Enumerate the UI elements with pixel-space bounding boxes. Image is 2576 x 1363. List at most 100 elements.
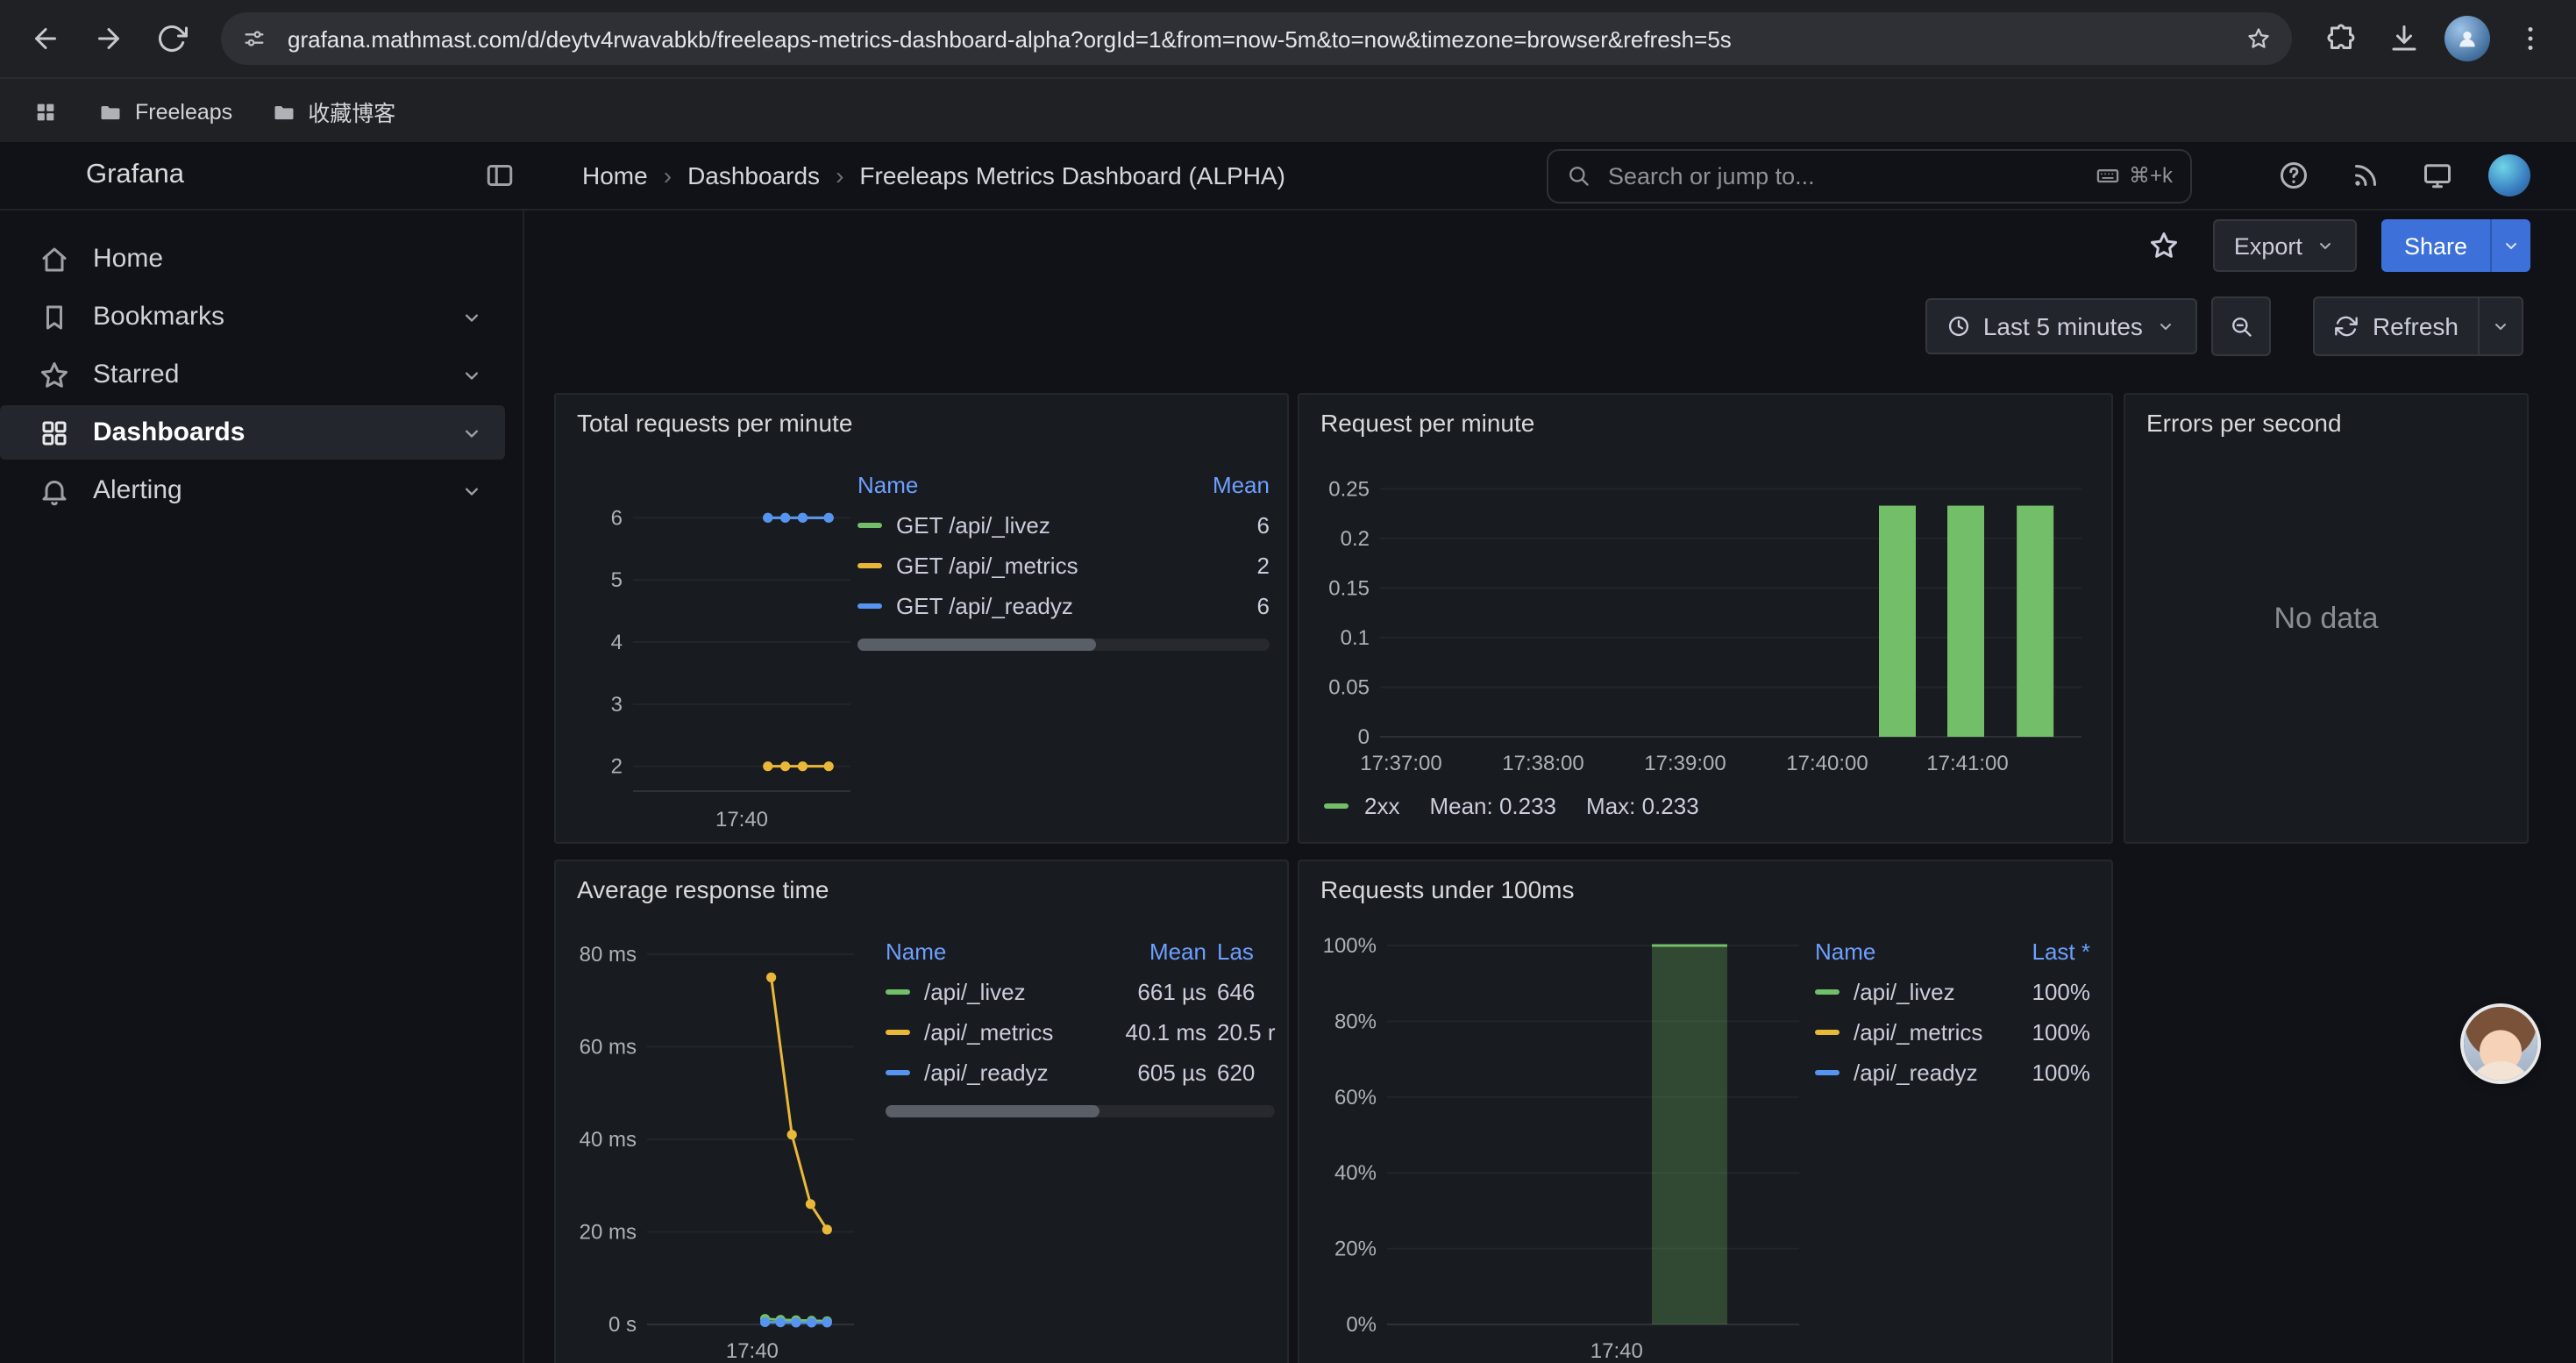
bookmark-item[interactable]: Freeleaps [84, 92, 246, 131]
breadcrumb-separator: › [664, 161, 672, 189]
legend-header-name[interactable]: Name [886, 938, 1084, 965]
series-name[interactable]: 2xx [1364, 793, 1399, 819]
zoom-out-button[interactable] [2211, 296, 2271, 356]
panels-grid: Total requests per minute 2345617:40 Nam… [524, 372, 2576, 1363]
grafana-app: Grafana Home›Dashboards›Freeleaps Metric… [0, 142, 2576, 1363]
legend-header-las[interactable]: Las [1217, 938, 1287, 965]
search-input[interactable] [1605, 161, 2081, 190]
panel-average-response-time[interactable]: Average response time 0 s20 ms40 ms60 ms… [554, 860, 1289, 1363]
folder-icon [271, 99, 295, 124]
series-name[interactable]: /api/_readyz [1854, 1060, 1978, 1086]
legend-row[interactable]: /api/_metrics40.1 ms20.5 r [886, 1012, 1287, 1053]
svg-text:17:40: 17:40 [715, 808, 768, 831]
time-range-picker[interactable]: Last 5 minutes [1925, 298, 2197, 354]
sidebar-item-home[interactable]: Home [0, 232, 505, 286]
news-rss-icon[interactable] [2348, 158, 2383, 193]
legend-header-mean[interactable]: Mean [1189, 472, 1270, 498]
dashboard-header: Export Share [524, 211, 2576, 281]
svg-text:40%: 40% [1334, 1161, 1377, 1185]
browser-menu-icon[interactable] [2502, 11, 2558, 67]
downloads-icon[interactable] [2376, 11, 2432, 67]
legend-row[interactable]: /api/_livez100% [1815, 972, 2090, 1012]
legend-scrollbar[interactable] [857, 639, 1270, 651]
legend-value: 100% [1999, 1060, 2090, 1086]
breadcrumb-item[interactable]: Dashboards [687, 161, 820, 189]
back-icon[interactable] [18, 11, 74, 67]
panel-requests-under-100ms[interactable]: Requests under 100ms 0%20%40%60%80%100%1… [1298, 860, 2113, 1363]
legend-scrollbar[interactable] [886, 1105, 1275, 1117]
legend-header-mean[interactable]: Mean [1094, 938, 1206, 965]
breadcrumb-item[interactable]: Home [582, 161, 648, 189]
svg-text:0.05: 0.05 [1328, 675, 1370, 699]
sidebar-item-dashboards[interactable]: Dashboards [0, 405, 505, 460]
legend-header-name[interactable]: Name [1815, 938, 1989, 965]
share-button[interactable]: Share [2381, 219, 2490, 272]
sidebar-item-bookmarks[interactable]: Bookmarks [0, 289, 505, 344]
series-name[interactable]: /api/_metrics [924, 1019, 1053, 1045]
sidebar-toggle-icon[interactable] [484, 160, 516, 191]
svg-text:60%: 60% [1334, 1086, 1377, 1110]
panel-total-requests[interactable]: Total requests per minute 2345617:40 Nam… [554, 393, 1289, 844]
clock-icon [1946, 314, 1971, 339]
legend-row[interactable]: /api/_readyz 100% [1815, 1053, 2090, 1093]
series-name[interactable]: /api/_livez [1854, 979, 1955, 1005]
search-box[interactable]: ⌘+k [1547, 148, 2192, 203]
sidebar-item-alerting[interactable]: Alerting [0, 463, 505, 517]
bookmark-star-icon[interactable] [2246, 26, 2271, 51]
panel-errors-per-second[interactable]: Errors per second No data [2124, 393, 2529, 844]
series-color-dash [1815, 1030, 1839, 1035]
bookmark-item[interactable]: 收藏博客 [257, 88, 409, 135]
legend-row[interactable]: /api/_readyz605 µs620 [886, 1053, 1287, 1093]
star-icon [39, 359, 70, 390]
svg-text:17:39:00: 17:39:00 [1644, 752, 1726, 775]
legend-value: 6 [1189, 593, 1270, 619]
chat-widget-avatar[interactable] [2464, 1007, 2537, 1081]
url-input[interactable] [284, 24, 2229, 54]
svg-text:0.15: 0.15 [1328, 576, 1370, 600]
export-button[interactable]: Export [2213, 219, 2357, 272]
help-icon[interactable] [2276, 158, 2311, 193]
breadcrumb-item[interactable]: Freeleaps Metrics Dashboard (ALPHA) [859, 161, 1285, 189]
legend-row[interactable]: /api/_metrics100% [1815, 1012, 2090, 1053]
series-color-dash [1324, 803, 1348, 809]
series-name[interactable]: /api/_metrics [1854, 1019, 1982, 1045]
legend-value: 6 [1189, 512, 1270, 539]
apps-grid-icon[interactable] [21, 87, 70, 136]
refresh-interval-chevron[interactable] [2478, 298, 2522, 354]
series-name[interactable]: /api/_readyz [924, 1060, 1049, 1086]
series-name[interactable]: /api/_livez [924, 979, 1026, 1005]
svg-text:0 s: 0 s [608, 1313, 637, 1337]
refresh-button[interactable]: Refresh [2315, 298, 2478, 354]
site-settings-icon[interactable] [242, 26, 267, 51]
sidebar-item-label: Bookmarks [93, 302, 224, 332]
sidebar-item-starred[interactable]: Starred [0, 347, 505, 402]
scrollbar-thumb[interactable] [886, 1105, 1099, 1117]
extensions-icon[interactable] [2313, 11, 2369, 67]
share-menu-chevron[interactable] [2490, 219, 2530, 272]
reload-icon[interactable] [144, 11, 200, 67]
grafana-brand[interactable]: Grafana [25, 142, 184, 209]
favorite-star-icon[interactable] [2139, 221, 2188, 270]
series-name[interactable]: GET /api/_readyz [896, 593, 1073, 619]
bookmark-icon [39, 301, 70, 332]
legend-row[interactable]: /api/_livez661 µs646 [886, 972, 1287, 1012]
series-name[interactable]: GET /api/_livez [896, 512, 1050, 539]
display-icon[interactable] [2420, 158, 2455, 193]
legend-row[interactable]: GET /api/_livez 6 [857, 505, 1270, 546]
sidebar-item-label: Dashboards [93, 417, 245, 447]
scrollbar-thumb[interactable] [857, 639, 1097, 651]
forward-icon[interactable] [81, 11, 137, 67]
series-name[interactable]: GET /api/_metrics [896, 553, 1078, 579]
svg-text:17:40:00: 17:40:00 [1786, 752, 1868, 775]
legend-row[interactable]: GET /api/_readyz 6 [857, 586, 1270, 626]
panel-request-per-minute[interactable]: Request per minute 00.050.10.150.20.2517… [1298, 393, 2113, 844]
legend-row[interactable]: GET /api/_metrics2 [857, 546, 1270, 586]
time-controls-row: Last 5 minutes Refresh [524, 281, 2576, 372]
bookmark-label: 收藏博客 [308, 95, 395, 128]
url-bar[interactable] [221, 12, 2292, 65]
user-avatar[interactable] [2488, 154, 2530, 196]
legend-header-name[interactable]: Name [857, 472, 1178, 498]
profile-avatar[interactable] [2439, 11, 2495, 67]
dashboard-content: Export Share Last 5 minutes [524, 211, 2576, 1363]
legend-header-last[interactable]: Last * [1999, 938, 2090, 965]
